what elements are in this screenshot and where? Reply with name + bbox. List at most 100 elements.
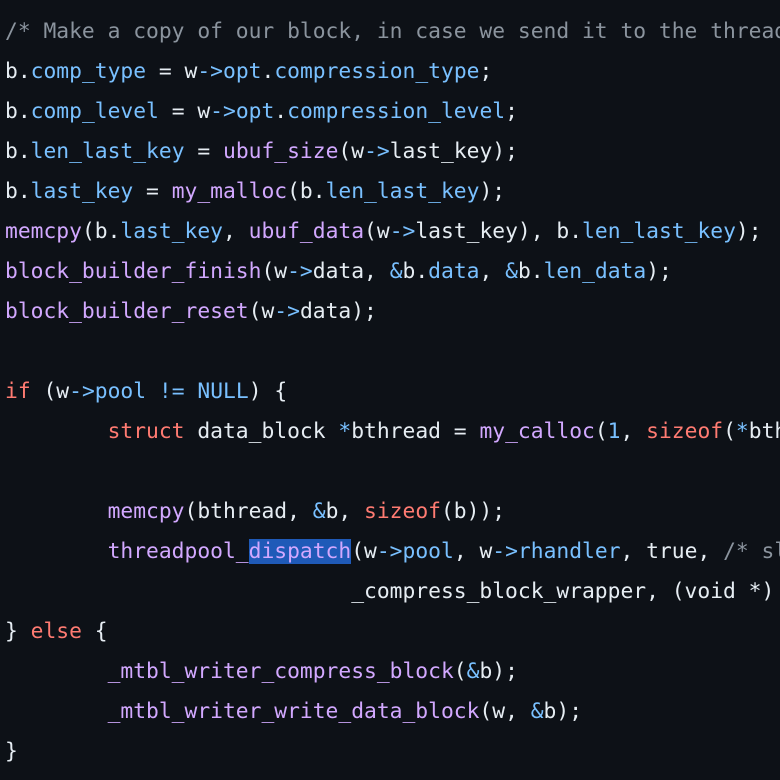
code-line[interactable]: if (w->pool != NULL) { <box>5 372 287 412</box>
code-token: b. <box>5 179 31 204</box>
code-token: . <box>274 99 288 124</box>
code-line[interactable]: _mtbl_writer_compress_block(&b); <box>5 652 518 692</box>
code-token: } <box>5 739 18 764</box>
code-token: (b)); <box>440 499 506 524</box>
code-token: opt <box>235 99 275 124</box>
code-token: if <box>5 379 31 404</box>
code-token: pool <box>94 379 147 404</box>
code-token: /* sleep */ <box>723 539 780 564</box>
code-line[interactable]: b.comp_level = w->opt.compression_level; <box>5 92 518 132</box>
code-token: , w <box>453 539 493 564</box>
selected-text: dispatch <box>248 539 352 564</box>
code-token: = <box>133 179 172 204</box>
code-token: else <box>30 619 82 644</box>
code-token: (b. <box>81 219 121 244</box>
code-token: sizeof <box>364 499 441 524</box>
code-token: -> <box>492 539 518 564</box>
code-token: ; <box>505 99 518 124</box>
code-token: = w <box>158 99 211 124</box>
code-token: , true, <box>620 539 724 564</box>
code-token: -> <box>376 539 403 564</box>
code-token: memcpy <box>5 219 82 244</box>
code-line[interactable]: struct data_block *bthread = my_calloc(1… <box>5 412 780 452</box>
code-token: sizeof <box>646 419 724 444</box>
code-token: = <box>184 139 223 164</box>
code-token: (w, <box>479 699 531 724</box>
code-token: opt <box>223 59 262 84</box>
code-token: b. <box>5 99 31 124</box>
code-token: * <box>338 419 352 444</box>
code-token: data_block <box>184 419 339 444</box>
code-token: 1 <box>607 419 621 444</box>
code-line[interactable]: /* Make a copy of our block, in case we … <box>5 12 780 52</box>
code-token: block_builder_finish <box>5 259 262 284</box>
code-line[interactable]: b.last_key = my_malloc(b.len_last_key); <box>5 172 505 212</box>
code-token: struct <box>107 419 185 444</box>
code-token: b, <box>325 499 365 524</box>
code-line[interactable]: block_builder_finish(w->data, &b.data, &… <box>5 252 672 292</box>
code-token: (w <box>338 139 365 164</box>
code-token: , <box>222 219 249 244</box>
code-token: comp_level <box>30 99 159 124</box>
code-token: b. <box>5 59 31 84</box>
code-token: last_key); <box>389 139 518 164</box>
code-line[interactable]: memcpy(b.last_key, ubuf_data(w->last_key… <box>5 212 762 252</box>
code-token: & <box>312 499 326 524</box>
code-token: b); <box>543 699 583 724</box>
code-token: { <box>81 619 108 644</box>
code-token: compression_level <box>287 99 506 124</box>
code-token: _compress_block_wrapper, (void *) bthrea… <box>351 579 775 604</box>
code-line[interactable]: _compress_block_wrapper, (void *) bthrea… <box>5 572 780 612</box>
code-token: b. <box>5 139 31 164</box>
code-token: len_last_key <box>325 179 480 204</box>
code-token: (w <box>261 259 288 284</box>
code-token: ; <box>479 59 493 84</box>
code-token: (w <box>364 219 390 244</box>
code-token: (b. <box>287 179 326 204</box>
code-line[interactable]: } <box>5 732 18 772</box>
code-token: rhandler <box>517 539 621 564</box>
code-line[interactable]: memcpy(bthread, &b, sizeof(b)); <box>5 492 506 532</box>
code-token: ); <box>646 259 672 284</box>
code-token: ); <box>735 219 762 244</box>
code-token: . <box>261 59 275 84</box>
code-token: /* Make a copy of our block, in case we … <box>5 19 780 44</box>
code-token: _mtbl_writer_compress_block <box>107 659 454 684</box>
code-editor[interactable]: /* Make a copy of our block, in case we … <box>0 0 780 780</box>
code-token: ( <box>453 659 467 684</box>
code-line[interactable]: threadpool_dispatch(w->pool, w->rhandler… <box>5 532 780 572</box>
code-token: & <box>530 699 544 724</box>
code-token: len_last_key <box>30 139 185 164</box>
code-token: my_calloc <box>479 419 595 444</box>
code-token: my_malloc <box>171 179 288 204</box>
code-line[interactable]: _mtbl_writer_write_data_block(w, &b); <box>5 692 582 732</box>
code-token: (w <box>248 299 275 324</box>
code-line[interactable]: b.len_last_key = ubuf_size(w->last_key); <box>5 132 518 172</box>
code-token: ( <box>594 419 608 444</box>
code-token: -> <box>210 99 236 124</box>
code-line[interactable]: } else { <box>5 612 108 652</box>
code-token: b. <box>517 259 544 284</box>
code-token: -> <box>364 139 390 164</box>
code-token: & <box>466 659 480 684</box>
code-token: ); <box>479 179 506 204</box>
code-line[interactable]: block_builder_reset(w->data); <box>5 292 377 332</box>
code-token: (w <box>351 539 377 564</box>
code-token: compression_type <box>274 59 480 84</box>
code-token: threadpool_ <box>107 539 249 564</box>
code-token: comp_type <box>30 59 147 84</box>
code-token: memcpy <box>107 499 185 524</box>
code-token: _mtbl_writer_write_data_block <box>107 699 480 724</box>
code-token: (bthread, <box>184 499 313 524</box>
code-token: , <box>620 419 647 444</box>
code-line[interactable]: b.comp_type = w->opt.compression_type; <box>5 52 492 92</box>
code-token: = w <box>146 59 198 84</box>
code-token: -> <box>274 299 300 324</box>
code-token: ubuf_data <box>248 219 365 244</box>
code-token: * <box>735 419 749 444</box>
